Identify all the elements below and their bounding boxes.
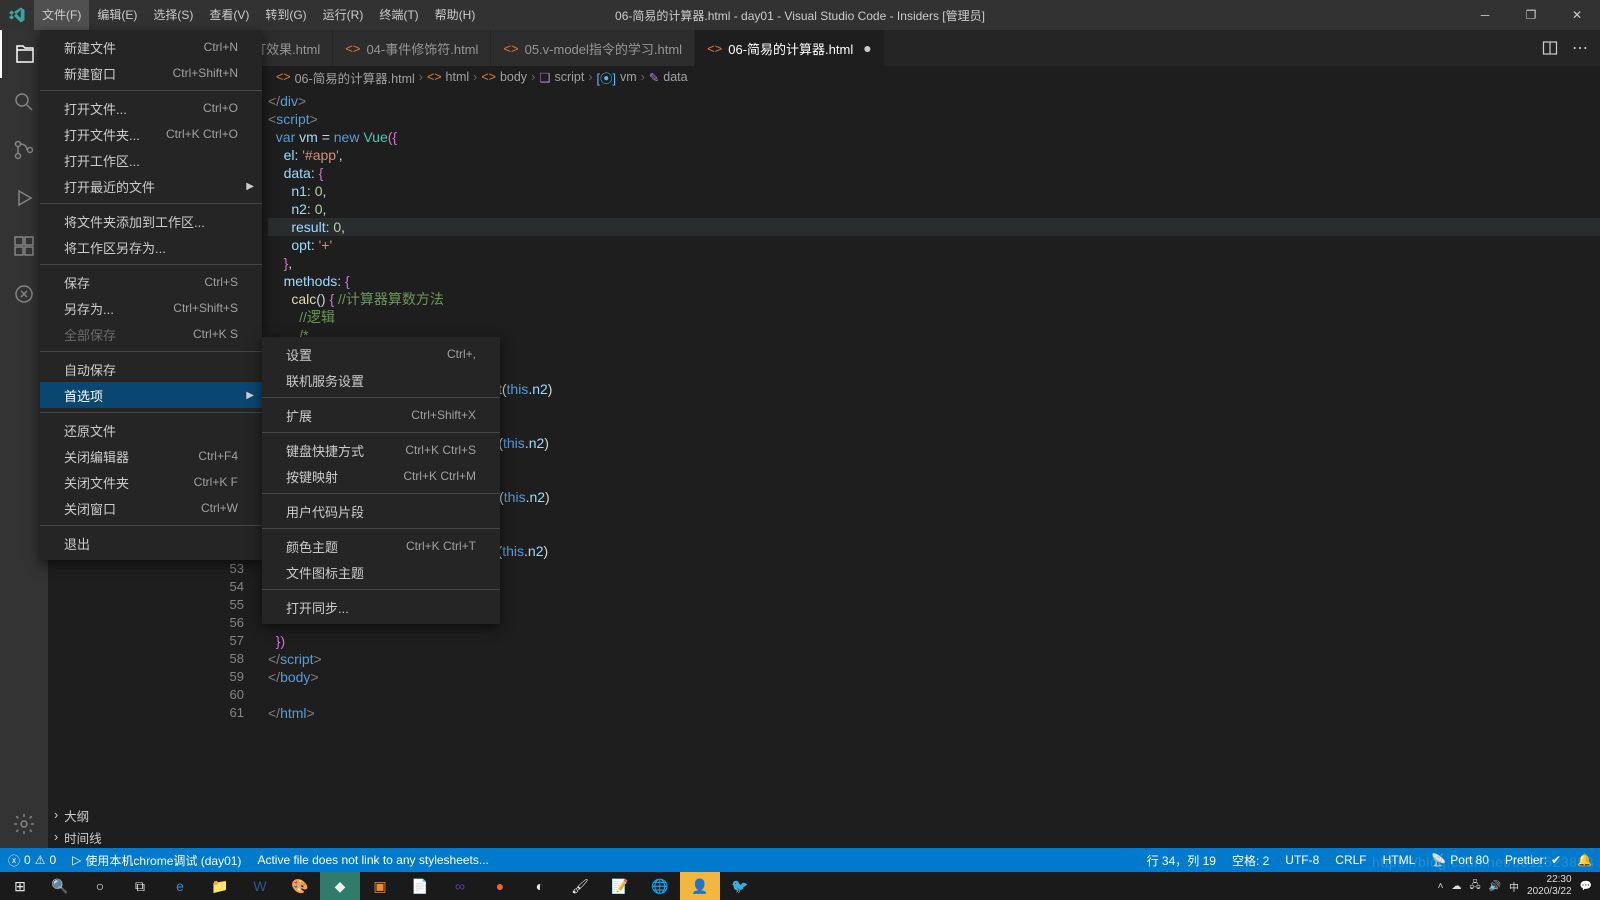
- submenu-item[interactable]: 打开同步...: [262, 594, 500, 620]
- app-icon-3[interactable]: 👤: [680, 872, 720, 900]
- postman-icon[interactable]: ●: [480, 872, 520, 900]
- menu-item[interactable]: 新建文件Ctrl+N: [40, 34, 262, 60]
- status-errors[interactable]: ⓧ 0 ⚠ 0: [0, 848, 64, 872]
- submenu-item[interactable]: 设置Ctrl+,: [262, 341, 500, 367]
- submenu-item[interactable]: 联机服务设置: [262, 367, 500, 393]
- breadcrumb[interactable]: <> 06-简易的计算器.html› <> html› <> body› ❑ s…: [270, 66, 1600, 88]
- word-icon[interactable]: W: [240, 872, 280, 900]
- app-icon-4[interactable]: 🐦: [720, 872, 760, 900]
- menu-item[interactable]: 自动保存: [40, 356, 262, 382]
- app-icon[interactable]: 🎨: [280, 872, 320, 900]
- status-bar: ⓧ 0 ⚠ 0 ▷ 使用本机chrome调试 (day01) Active fi…: [0, 848, 1600, 872]
- status-eol[interactable]: CRLF: [1327, 848, 1374, 872]
- visual-studio-icon[interactable]: ∞: [440, 872, 480, 900]
- menu-item[interactable]: 关闭文件夹Ctrl+K F: [40, 469, 262, 495]
- editor-tab-active[interactable]: <>06-简易的计算器.html●: [695, 30, 885, 66]
- menu-run[interactable]: 运行(R): [315, 0, 372, 30]
- doc-icon[interactable]: 📄: [400, 872, 440, 900]
- menu-item[interactable]: 打开工作区...: [40, 147, 262, 173]
- menu-item[interactable]: 打开文件夹...Ctrl+K Ctrl+O: [40, 121, 262, 147]
- vscode-insiders-icon[interactable]: ◆: [320, 872, 360, 900]
- submenu-item[interactable]: 按键映射Ctrl+K Ctrl+M: [262, 463, 500, 489]
- edge-icon[interactable]: e: [160, 872, 200, 900]
- notes-icon[interactable]: 📝: [600, 872, 640, 900]
- submenu-item[interactable]: 键盘快捷方式Ctrl+K Ctrl+S: [262, 437, 500, 463]
- submenu-item[interactable]: 用户代码片段: [262, 498, 500, 524]
- split-editor-icon[interactable]: [1542, 40, 1558, 56]
- status-indent[interactable]: 空格: 2: [1224, 848, 1277, 872]
- menu-terminal[interactable]: 终端(T): [371, 0, 426, 30]
- more-icon[interactable]: ⋯: [1572, 38, 1588, 58]
- clock[interactable]: 22:302020/3/22: [1527, 874, 1572, 898]
- menu-item[interactable]: 新建窗口Ctrl+Shift+N: [40, 60, 262, 86]
- close-icon[interactable]: ●: [863, 40, 871, 56]
- preferences-submenu: 设置Ctrl+,联机服务设置扩展Ctrl+Shift+X 键盘快捷方式Ctrl+K…: [262, 337, 500, 624]
- status-encoding[interactable]: UTF-8: [1277, 848, 1327, 872]
- close-button[interactable]: ✕: [1554, 0, 1600, 30]
- menu-file[interactable]: 文件(F): [34, 0, 89, 30]
- taskbar-search-icon[interactable]: 🔍: [40, 872, 80, 900]
- editor-tabs: <>ak的学习.html <>03-跑马灯效果.html <>04-事件修饰符.…: [48, 30, 1600, 66]
- menu-item[interactable]: 将文件夹添加到工作区...: [40, 208, 262, 234]
- menu-go[interactable]: 转到(G): [257, 0, 314, 30]
- menu-item[interactable]: 首选项▶: [40, 382, 262, 408]
- menu-item[interactable]: 退出: [40, 530, 262, 556]
- timeline-toggle[interactable]: ›时间线: [48, 826, 210, 848]
- side-panel-footer: ›大纲 ›时间线: [48, 804, 210, 848]
- editor-tab[interactable]: <>04-事件修饰符.html: [333, 30, 491, 66]
- status-debug-target[interactable]: ▷ 使用本机chrome调试 (day01): [64, 848, 249, 872]
- menu-item[interactable]: 保存Ctrl+S: [40, 269, 262, 295]
- title-bar: 文件(F) 编辑(E) 选择(S) 查看(V) 转到(G) 运行(R) 终端(T…: [0, 0, 1600, 30]
- tray-ime-icon[interactable]: 中: [1509, 879, 1519, 894]
- cortana-icon[interactable]: ○: [80, 872, 120, 900]
- action-center-icon[interactable]: 💬: [1580, 881, 1592, 892]
- maximize-button[interactable]: ❐: [1508, 0, 1554, 30]
- outline-toggle[interactable]: ›大纲: [48, 804, 210, 826]
- vscode-icon: [0, 6, 34, 24]
- menu-item[interactable]: 打开文件...Ctrl+O: [40, 95, 262, 121]
- menu-item[interactable]: 关闭窗口Ctrl+W: [40, 495, 262, 521]
- status-stylesheet-msg[interactable]: Active file does not link to any stylesh…: [249, 848, 496, 872]
- submenu-item[interactable]: 扩展Ctrl+Shift+X: [262, 402, 500, 428]
- chrome-icon[interactable]: 🌐: [640, 872, 680, 900]
- menu-view[interactable]: 查看(V): [201, 0, 257, 30]
- task-view-icon[interactable]: ⧉: [120, 872, 160, 900]
- editor-tab[interactable]: <>05.v-model指令的学习.html: [491, 30, 695, 66]
- file-explorer-icon[interactable]: 📁: [200, 872, 240, 900]
- watermark: https://blog.csdn.net/u011523853: [1372, 854, 1594, 870]
- menu-item[interactable]: 全部保存Ctrl+K S: [40, 321, 262, 347]
- tray-cloud-icon[interactable]: ☁: [1451, 881, 1461, 892]
- start-button[interactable]: ⊞: [0, 872, 40, 900]
- menu-item[interactable]: 另存为...Ctrl+Shift+S: [40, 295, 262, 321]
- tab-label: 04-事件修饰符.html: [366, 39, 478, 58]
- file-menu-popup: 新建文件Ctrl+N新建窗口Ctrl+Shift+N打开文件...Ctrl+O打…: [40, 30, 262, 560]
- status-cursor-position[interactable]: 行 34，列 19: [1139, 848, 1224, 872]
- tab-label: 05.v-model指令的学习.html: [525, 39, 682, 58]
- submenu-item[interactable]: 文件图标主题: [262, 559, 500, 585]
- menu-help[interactable]: 帮助(H): [427, 0, 484, 30]
- settings-gear-icon[interactable]: [0, 800, 48, 848]
- menu-item[interactable]: 关闭编辑器Ctrl+F4: [40, 443, 262, 469]
- menu-bar[interactable]: 文件(F) 编辑(E) 选择(S) 查看(V) 转到(G) 运行(R) 终端(T…: [34, 0, 483, 30]
- tab-label: 06-简易的计算器.html: [728, 39, 853, 58]
- app-icon-2[interactable]: ◐: [520, 872, 560, 900]
- tray-chevron-icon[interactable]: ˄: [1438, 881, 1444, 892]
- system-tray[interactable]: ˄ ☁ 🖧 🔊 中 22:302020/3/22 💬: [1438, 874, 1600, 898]
- windows-taskbar: ⊞ 🔍 ○ ⧉ e 📁 W 🎨 ◆ ▣ 📄 ∞ ● ◐ 🖌 📝 🌐 👤 🐦 ˄ …: [0, 872, 1600, 900]
- paint-icon[interactable]: 🖌: [560, 872, 600, 900]
- menu-item[interactable]: 还原文件: [40, 417, 262, 443]
- menu-selection[interactable]: 选择(S): [145, 0, 201, 30]
- tray-network-icon[interactable]: 🖧: [1469, 878, 1480, 895]
- window-controls: ─ ❐ ✕: [1462, 0, 1600, 30]
- minimize-button[interactable]: ─: [1462, 0, 1508, 30]
- tray-volume-icon[interactable]: 🔊: [1489, 881, 1501, 892]
- menu-edit[interactable]: 编辑(E): [89, 0, 145, 30]
- menu-item[interactable]: 将工作区另存为...: [40, 234, 262, 260]
- menu-item[interactable]: 打开最近的文件▶: [40, 173, 262, 199]
- submenu-item[interactable]: 颜色主题Ctrl+K Ctrl+T: [262, 533, 500, 559]
- sublime-icon[interactable]: ▣: [360, 872, 400, 900]
